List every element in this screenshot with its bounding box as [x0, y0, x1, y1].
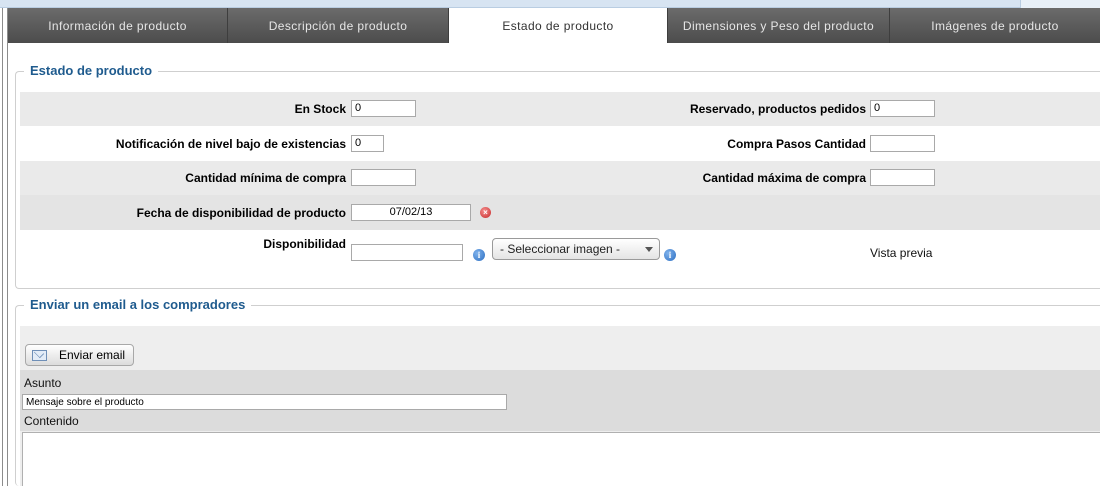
availability-label: Disponibilidad: [263, 237, 346, 251]
email-buyers-fieldset: Enviar un email a los compradores Enviar…: [15, 297, 1100, 486]
tab-product-info[interactable]: Información de producto: [8, 8, 228, 43]
image-select[interactable]: - Seleccionar imagen -: [492, 238, 660, 260]
reserved-input[interactable]: 0: [870, 100, 935, 117]
availability-date-input[interactable]: 07/02/13: [351, 204, 471, 221]
availability-info-icon[interactable]: i: [473, 249, 485, 261]
subject-input[interactable]: Mensaje sobre el producto: [22, 394, 507, 410]
tab-product-dimensions[interactable]: Dimensiones y Peso del producto: [668, 8, 890, 43]
send-email-button[interactable]: Enviar email: [25, 344, 134, 366]
email-form-area: Enviar email Asunto Mensaje sobre el pro…: [20, 326, 1100, 486]
send-email-label: Enviar email: [59, 348, 126, 362]
subject-label: Asunto: [24, 376, 62, 390]
form-row: Notificación de nivel bajo de existencia…: [20, 126, 1100, 161]
image-select-value: - Seleccionar imagen -: [500, 242, 621, 256]
tab-product-status[interactable]: Estado de producto: [449, 8, 668, 43]
left-border: [0, 8, 8, 486]
in-stock-label: En Stock: [294, 102, 346, 116]
image-select-info-icon[interactable]: i: [664, 249, 676, 261]
availability-input[interactable]: [351, 244, 463, 261]
envelope-icon: [32, 349, 47, 361]
form-row: Fecha de disponibilidad de producto 07/0…: [20, 195, 1100, 230]
email-buyers-legend: Enviar un email a los compradores: [24, 297, 252, 312]
low-stock-input[interactable]: 0: [351, 135, 384, 152]
tab-product-images[interactable]: Imágenes de producto: [890, 8, 1100, 43]
form-row: Cantidad mínima de compra Cantidad máxim…: [20, 161, 1100, 195]
content-label: Contenido: [24, 414, 79, 428]
low-stock-label: Notificación de nivel bajo de existencia…: [115, 137, 346, 151]
preview-label: Vista previa: [870, 246, 933, 260]
product-tabbar: Información de producto Descripción de p…: [8, 8, 1100, 43]
product-status-legend: Estado de producto: [24, 63, 159, 78]
window-top-tab: [1020, 0, 1100, 8]
purchase-steps-input[interactable]: [870, 135, 935, 152]
clear-date-icon[interactable]: ×: [480, 207, 491, 218]
min-purchase-label: Cantidad mínima de compra: [185, 171, 346, 185]
purchase-steps-label: Compra Pasos Cantidad: [727, 137, 866, 151]
product-status-fieldset: Estado de producto En Stock 0 Reservado,…: [15, 63, 1100, 289]
window-top-strip: [0, 0, 1100, 8]
product-status-form: En Stock 0 Reservado, productos pedidos …: [20, 92, 1100, 270]
availability-date-label: Fecha de disponibilidad de producto: [136, 206, 346, 220]
tab-product-description[interactable]: Descripción de producto: [228, 8, 449, 43]
dropdown-arrow-icon: [645, 247, 653, 252]
reserved-label: Reservado, productos pedidos: [689, 102, 866, 116]
max-purchase-label: Cantidad máxima de compra: [702, 171, 866, 185]
max-purchase-input[interactable]: [870, 169, 935, 186]
content-textarea[interactable]: [22, 432, 1100, 486]
form-row: Disponibilidad i - Seleccionar imagen - …: [20, 230, 1100, 270]
min-purchase-input[interactable]: [351, 169, 416, 186]
in-stock-input[interactable]: 0: [351, 100, 416, 117]
form-row: En Stock 0 Reservado, productos pedidos …: [20, 92, 1100, 126]
